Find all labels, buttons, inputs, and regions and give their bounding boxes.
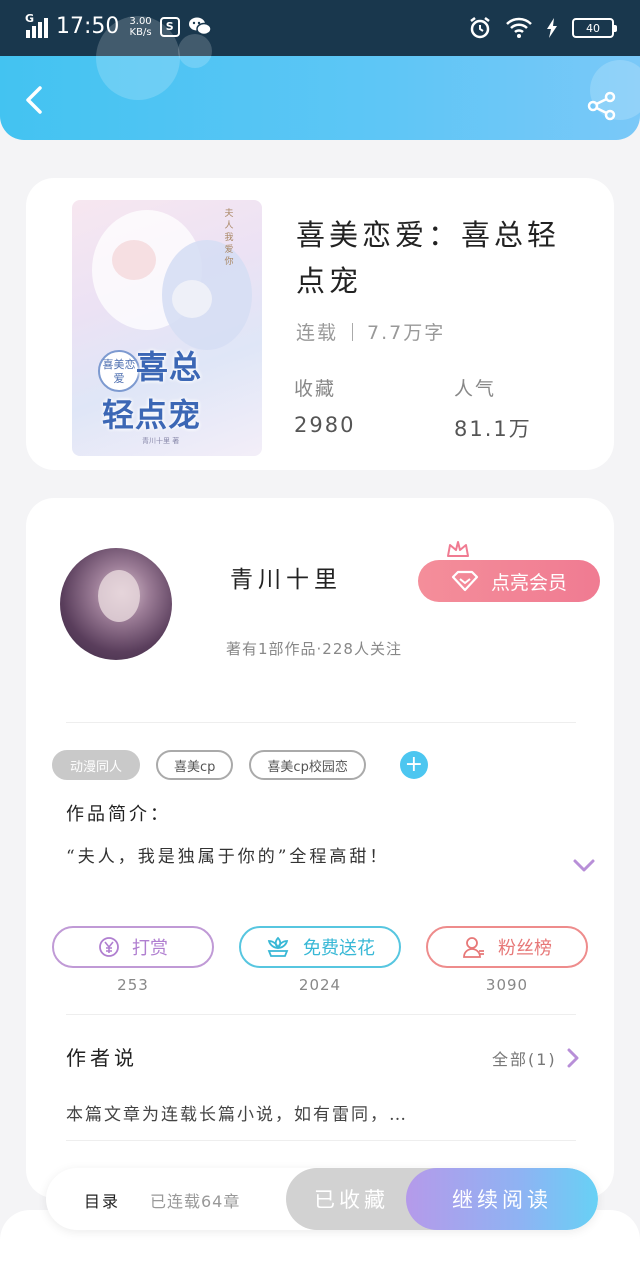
divider bbox=[66, 1014, 576, 1015]
fans-count: 3090 bbox=[485, 976, 529, 994]
author-meta: 著有1部作品·228人关注 bbox=[226, 640, 402, 658]
alarm-icon bbox=[470, 17, 490, 39]
back-button[interactable] bbox=[18, 82, 54, 118]
cover-art bbox=[112, 240, 156, 280]
signal-icon: G bbox=[25, 12, 48, 38]
status-separator bbox=[352, 322, 354, 341]
chevron-right-icon bbox=[567, 1048, 579, 1068]
flower-icon bbox=[267, 936, 289, 957]
flower-count: 2024 bbox=[298, 976, 342, 994]
author-card: 青川十里 点亮会员 著有1部作品·228人关注 动漫同人 喜美cp 喜美cp校园… bbox=[26, 498, 614, 1198]
author-says-text: 本篇文章为连载长篇小说，如有雷同，… bbox=[66, 1105, 408, 1125]
author-avatar[interactable] bbox=[60, 548, 172, 660]
add-tag-button[interactable]: + bbox=[399, 751, 428, 779]
reward-label: 打赏 bbox=[132, 938, 168, 959]
fans-ranking-button[interactable]: 粉丝榜 bbox=[426, 926, 588, 968]
avatar-face bbox=[98, 570, 140, 622]
status-bar: G 17:50 3.00 KB/s S 40 bbox=[0, 0, 640, 56]
crown-icon bbox=[447, 541, 469, 557]
cover-art bbox=[172, 280, 212, 318]
send-flower-button[interactable]: 免费送花 bbox=[239, 926, 401, 968]
continue-reading-button[interactable]: 继续阅读 bbox=[406, 1168, 598, 1230]
tag-chip[interactable]: 动漫同人 bbox=[52, 750, 141, 780]
fans-ranking-label: 粉丝榜 bbox=[498, 938, 552, 959]
vip-button[interactable]: 点亮会员 bbox=[418, 560, 600, 602]
table-of-contents-button[interactable]: 目录 bbox=[84, 1188, 120, 1212]
book-info-card: 夫人我爱你 喜美恋爱 喜总 轻点宠 青川十里 著 喜美恋爱：喜总轻点宠 连载 7… bbox=[26, 178, 614, 470]
tag-chip[interactable]: 喜美cp bbox=[156, 750, 234, 780]
favorites-stat: 收藏 2980 bbox=[294, 374, 355, 437]
popularity-stat: 人气 81.1万 bbox=[454, 374, 532, 443]
divider bbox=[66, 1140, 576, 1141]
send-flower-label: 免费送花 bbox=[303, 938, 375, 959]
battery-icon: 40 bbox=[572, 18, 617, 38]
author-says-all-link[interactable]: 全部(1) bbox=[492, 1046, 579, 1070]
popularity-value: 81.1万 bbox=[454, 417, 532, 441]
chapter-count: 已连载64章 bbox=[150, 1192, 241, 1211]
yuan-coin-icon bbox=[99, 937, 119, 957]
cover-title-line1: 喜总 bbox=[136, 348, 203, 386]
book-title: 喜美恋爱：喜总轻点宠 bbox=[296, 218, 561, 298]
tag-list: 动漫同人 喜美cp 喜美cp校园恋 + bbox=[52, 750, 428, 780]
decor-bubble bbox=[178, 34, 212, 68]
cover-footer: 青川十里 著 bbox=[142, 437, 180, 445]
cover-title-line2: 轻点宠 bbox=[102, 396, 202, 434]
cover-tag: 喜美恋爱 bbox=[98, 350, 140, 392]
expand-chevron-icon[interactable] bbox=[572, 858, 596, 874]
book-cover[interactable]: 夫人我爱你 喜美恋爱 喜总 轻点宠 青川十里 著 bbox=[72, 200, 262, 456]
serial-status: 连载 bbox=[296, 322, 339, 344]
diamond-icon bbox=[451, 570, 479, 592]
intro-text: “夫人，我是独属于你的”全程高甜！ bbox=[66, 847, 390, 867]
favorites-label: 收藏 bbox=[294, 378, 337, 400]
reward-button[interactable]: 打赏 bbox=[52, 926, 214, 968]
tag-chip[interactable]: 喜美cp校园恋 bbox=[249, 750, 366, 780]
author-name[interactable]: 青川十里 bbox=[230, 560, 342, 594]
popularity-label: 人气 bbox=[454, 378, 497, 400]
word-count: 7.7万字 bbox=[367, 322, 446, 344]
book-status: 连载 7.7万字 bbox=[296, 318, 445, 345]
author-says-title: 作者说 bbox=[66, 1046, 138, 1070]
divider bbox=[66, 722, 576, 723]
user-icon bbox=[463, 937, 484, 958]
charging-icon bbox=[547, 18, 557, 38]
intro-title: 作品简介： bbox=[66, 804, 171, 825]
decor-bubble bbox=[96, 16, 180, 100]
author-says-all-label: 全部(1) bbox=[492, 1050, 557, 1069]
bottom-action-bar: 目录 已连载64章 已收藏 继续阅读 bbox=[46, 1168, 598, 1230]
cover-side-text: 夫人我爱你 bbox=[224, 209, 234, 267]
vip-button-label: 点亮会员 bbox=[490, 571, 567, 594]
wifi-icon bbox=[506, 17, 532, 38]
reward-count: 253 bbox=[117, 976, 149, 994]
top-header bbox=[0, 16, 640, 140]
share-button[interactable] bbox=[586, 90, 618, 122]
favorites-value: 2980 bbox=[294, 413, 356, 437]
